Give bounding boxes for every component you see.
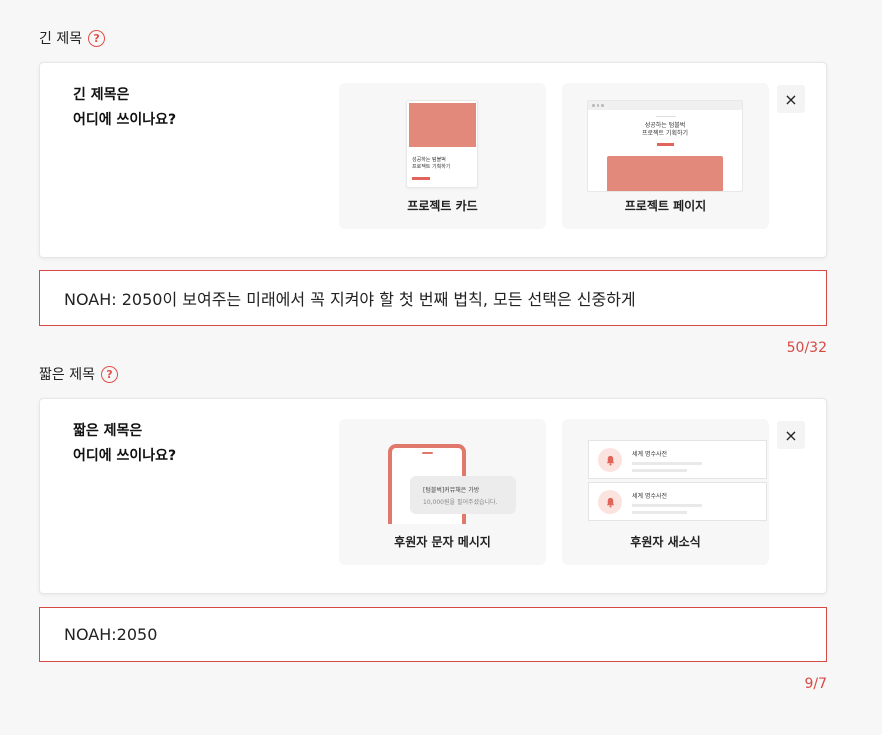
bell-icon: [598, 490, 622, 514]
close-button[interactable]: ×: [777, 421, 805, 449]
bell-icon: [598, 448, 622, 472]
example-supporter-sms: [텀블벅]커뮤채은 가방 10,000원을 필어주셨습니다. 후원자 문자 메시…: [339, 419, 546, 565]
notification-title: 세계 명수사전: [632, 451, 668, 458]
notification-title: 세계 명수사전: [632, 493, 668, 500]
long-title-char-counter: 50/32: [786, 340, 827, 356]
project-page-button: [657, 143, 674, 146]
example-caption: 프로젝트 카드: [407, 199, 478, 213]
question-line-1: 짧은 제목은: [73, 423, 143, 439]
bubble-text-2: 10,000원을 필어주셨습니다.: [423, 499, 498, 506]
help-icon[interactable]: ?: [88, 29, 106, 47]
short-title-char-counter: 9/7: [804, 676, 827, 692]
project-page-line: [656, 116, 676, 117]
long-title-input[interactable]: NOAH: 2050이 보여주는 미래에서 꼭 지켜야 할 첫 번째 법칙, 모…: [39, 270, 827, 326]
question-line-1: 긴 제목은: [73, 87, 130, 103]
project-page-mock-text: 성공하는 텀블벅 프로젝트 기획하기: [641, 122, 689, 137]
project-card-image: [409, 103, 476, 147]
example-caption: 후원자 새소식: [630, 535, 701, 549]
example-caption: 후원자 문자 메시지: [394, 535, 491, 549]
short-title-label-text: 짧은 제목: [39, 367, 95, 383]
message-bubble: [텀블벅]커뮤채은 가방 10,000원을 필어주셨습니다.: [410, 476, 516, 514]
long-title-label: 긴 제목 ?: [39, 28, 106, 48]
bubble-text-1: [텀블벅]커뮤채은 가방: [423, 487, 480, 494]
project-card-bar: [412, 177, 430, 180]
long-title-label-text: 긴 제목: [39, 31, 83, 47]
help-icon[interactable]: ?: [100, 365, 118, 383]
notification-item: 세계 명수사전: [588, 440, 767, 479]
project-page-image: [607, 156, 723, 191]
example-project-page: 성공하는 텀블벅 프로젝트 기획하기 프로젝트 페이지: [562, 83, 769, 229]
example-supporter-news: 세계 명수사전 세계 명수사전 후원자 새소식: [562, 419, 769, 565]
example-caption: 프로젝트 페이지: [624, 199, 707, 213]
notification-item: 세계 명수사전: [588, 482, 767, 521]
short-title-label: 짧은 제목 ?: [39, 364, 118, 384]
example-project-card: 성공하는 텀블벅 프로젝트 기획하기 프로젝트 카드: [339, 83, 546, 229]
card-question: 짧은 제목은 어디에 쓰이나요?: [73, 419, 176, 469]
card-question: 긴 제목은 어디에 쓰이나요?: [73, 83, 176, 133]
project-card-mock-text: 성공하는 텀블벅 프로젝트 기획하기: [412, 157, 451, 170]
question-line-2: 어디에 쓰이나요?: [73, 448, 177, 464]
short-title-input[interactable]: NOAH:2050: [39, 607, 827, 662]
browser-bar: [588, 101, 742, 110]
close-button[interactable]: ×: [777, 85, 805, 113]
question-line-2: 어디에 쓰이나요?: [73, 112, 177, 128]
project-card-mock: 성공하는 텀블벅 프로젝트 기획하기: [406, 100, 478, 188]
long-title-info-card: 긴 제목은 어디에 쓰이나요? 성공하는 텀블벅 프로젝트 기획하기 프로젝트 …: [39, 62, 827, 258]
phone-speaker: [422, 452, 433, 454]
project-page-mock: 성공하는 텀블벅 프로젝트 기획하기: [587, 100, 743, 192]
short-title-info-card: 짧은 제목은 어디에 쓰이나요? [텀블벅]커뮤채은 가방 10,000원을 필…: [39, 398, 827, 594]
